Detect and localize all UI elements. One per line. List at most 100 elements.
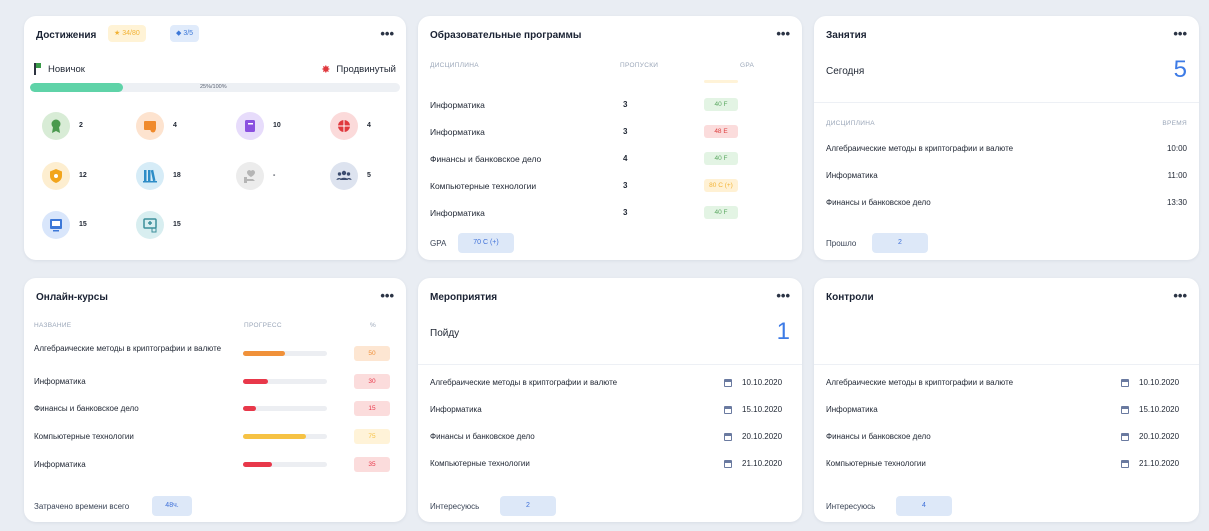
calendar-icon-bar xyxy=(1122,407,1128,409)
today-label: Сегодня xyxy=(826,66,865,77)
list-item-date: 20.10.2020 xyxy=(1139,432,1180,441)
list-item-name[interactable]: Финансы и банковское дело xyxy=(826,432,931,441)
level-from: Новичок xyxy=(34,62,85,76)
gpa-badge: 48 E xyxy=(704,125,738,138)
calendar-icon-bar xyxy=(1122,461,1128,463)
achievement-count: 2 xyxy=(79,122,83,129)
events-menu-button[interactable]: ••• xyxy=(776,288,790,303)
list-item-name[interactable]: Финансы и банковское дело xyxy=(430,432,535,441)
level-from-label: Новичок xyxy=(48,63,85,75)
diamond-icon: ◆ xyxy=(176,30,182,37)
list-item-name[interactable]: Компьютерные технологии xyxy=(430,459,530,468)
books-icon xyxy=(136,162,164,190)
course-progress-fill xyxy=(243,434,306,439)
level-progress-fill xyxy=(30,83,123,92)
list-item-name[interactable]: Информатика xyxy=(430,405,482,414)
achievement-count: 5 xyxy=(367,172,371,179)
program-absences: 3 xyxy=(623,181,628,190)
calendar-icon-bar xyxy=(1122,434,1128,436)
achievement-item[interactable]: 15 xyxy=(42,211,112,241)
achievement-count: 10 xyxy=(273,122,281,129)
achievement-item[interactable]: 5 xyxy=(330,162,400,192)
calendar-icon xyxy=(1121,460,1129,468)
program-discipline: Финансы и банковское дело xyxy=(430,154,542,164)
calendar-icon xyxy=(724,406,732,414)
events-footer-value[interactable]: 2 xyxy=(500,496,556,516)
list-item-date: 10.10.2020 xyxy=(1139,378,1180,387)
achievement-count: 4 xyxy=(173,122,177,129)
programs-menu-button[interactable]: ••• xyxy=(776,26,790,41)
controls-footer-value[interactable]: 4 xyxy=(896,496,952,516)
list-item-date: 10.10.2020 xyxy=(742,378,783,387)
achievement-count: 18 xyxy=(173,172,181,179)
courses-menu-button[interactable]: ••• xyxy=(380,288,394,303)
gpa-footer-value[interactable]: 70 C (+) xyxy=(458,233,514,253)
program-absences: 4 xyxy=(623,154,628,163)
courses-col-progress: ПРОГРЕСС xyxy=(244,322,282,329)
achievement-count: 4 xyxy=(367,122,371,129)
classes-title: Занятия xyxy=(826,30,867,41)
course-progress-track xyxy=(243,434,327,439)
calendar-icon-bar xyxy=(725,380,731,382)
program-discipline: Информатика xyxy=(430,127,485,137)
events-card: Мероприятия ••• Пойду 1 Алгебраические м… xyxy=(418,278,802,522)
calendar-icon xyxy=(724,433,732,441)
calendar-icon-bar xyxy=(725,461,731,463)
calendar-icon-bar xyxy=(725,407,731,409)
coins-badge[interactable]: ★ 34/80 xyxy=(108,25,146,42)
class-time: 13:30 xyxy=(1166,198,1187,207)
program-discipline: Информатика xyxy=(430,100,485,110)
achievement-count: 15 xyxy=(79,221,87,228)
gems-badge-label: 3/5 xyxy=(183,30,194,37)
program-discipline: Информатика xyxy=(430,208,485,218)
course-percent-badge: 50 xyxy=(354,346,390,361)
star-icon: ★ xyxy=(114,30,121,37)
achievement-item[interactable]: 2 xyxy=(42,112,112,142)
courses-footer-value[interactable]: 48ч. xyxy=(152,496,192,516)
achievement-item[interactable]: 15 xyxy=(136,211,206,241)
list-item-name[interactable]: Компьютерные технологии xyxy=(826,459,926,468)
maple-leaf-icon: ✸ xyxy=(321,63,331,76)
gpa-footer-label: GPA xyxy=(430,239,447,248)
class-time: 10:00 xyxy=(1166,144,1187,153)
controls-menu-button[interactable]: ••• xyxy=(1173,288,1187,303)
achievement-item[interactable]: 12 xyxy=(42,162,112,192)
list-item-date: 15.10.2020 xyxy=(742,405,783,414)
gpa-badge: 40 F xyxy=(704,152,738,165)
heart-hand-icon xyxy=(236,162,264,190)
controls-footer-label: Интересуюсь xyxy=(826,502,876,511)
achievement-item[interactable]: 4 xyxy=(330,112,400,142)
programs-scroll-hint xyxy=(704,80,738,83)
achievement-item[interactable]: 4 xyxy=(136,112,206,142)
courses-card: Онлайн-курсы ••• НАЗВАНИЕ ПРОГРЕСС % Алг… xyxy=(24,278,406,522)
achievements-menu-button[interactable]: ••• xyxy=(380,26,394,41)
achievement-item[interactable]: 10 xyxy=(236,112,306,142)
calendar-icon xyxy=(724,379,732,387)
program-absences: 3 xyxy=(623,100,628,109)
achievement-item[interactable]: - xyxy=(236,162,306,192)
programs-col-absences: ПРОПУСКИ xyxy=(620,62,659,69)
gems-badge[interactable]: ◆ 3/5 xyxy=(170,25,200,42)
achievement-item[interactable]: 18 xyxy=(136,162,206,192)
course-percent-badge: 75 xyxy=(354,429,390,444)
course-progress-fill xyxy=(243,406,256,411)
courses-col-percent: % xyxy=(370,322,377,329)
course-name: Компьютерные технологии xyxy=(34,432,134,441)
achievement-count: 15 xyxy=(173,221,181,228)
courses-footer-label: Затрачено времени всего xyxy=(34,502,130,511)
program-absences: 3 xyxy=(623,208,628,217)
class-time: 11:00 xyxy=(1167,171,1187,180)
level-to: ✸ Продвинутый xyxy=(321,62,396,76)
list-item-name[interactable]: Информатика xyxy=(826,405,878,414)
classes-footer-value[interactable]: 2 xyxy=(872,233,928,253)
classes-divider xyxy=(814,102,1199,103)
calendar-icon xyxy=(724,460,732,468)
calendar-icon-bar xyxy=(1122,380,1128,382)
classes-menu-button[interactable]: ••• xyxy=(1173,26,1187,41)
list-item-name[interactable]: Алгебраические методы в криптографии и в… xyxy=(826,378,1013,387)
courses-title: Онлайн-курсы xyxy=(36,292,108,303)
flag-icon xyxy=(34,63,42,75)
group-icon xyxy=(330,162,358,190)
level-progress-label: 25%/100% xyxy=(200,84,227,90)
list-item-name[interactable]: Алгебраические методы в криптографии и в… xyxy=(430,378,617,387)
